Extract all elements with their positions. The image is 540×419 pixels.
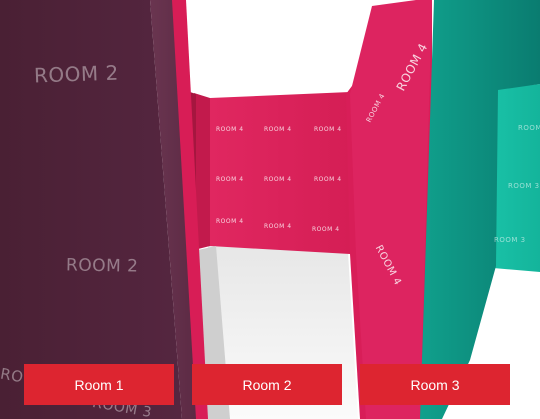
room-1-button[interactable]: Room 1 (24, 364, 174, 405)
room-navigation: Room 1 Room 2 Room 3 (0, 364, 540, 406)
room2-wall (0, 0, 182, 419)
room-2-button[interactable]: Room 2 (192, 364, 342, 405)
room-3-button[interactable]: Room 3 (360, 364, 510, 405)
room-scene-graphics (0, 0, 540, 419)
room4-back-wall (210, 92, 350, 254)
room4-front-wall-face (350, 0, 432, 419)
room-viewport[interactable]: ROOM 2 ROOM 2 ROOM 2 ROOM 3 ROOM 4 ROOM … (0, 0, 540, 419)
